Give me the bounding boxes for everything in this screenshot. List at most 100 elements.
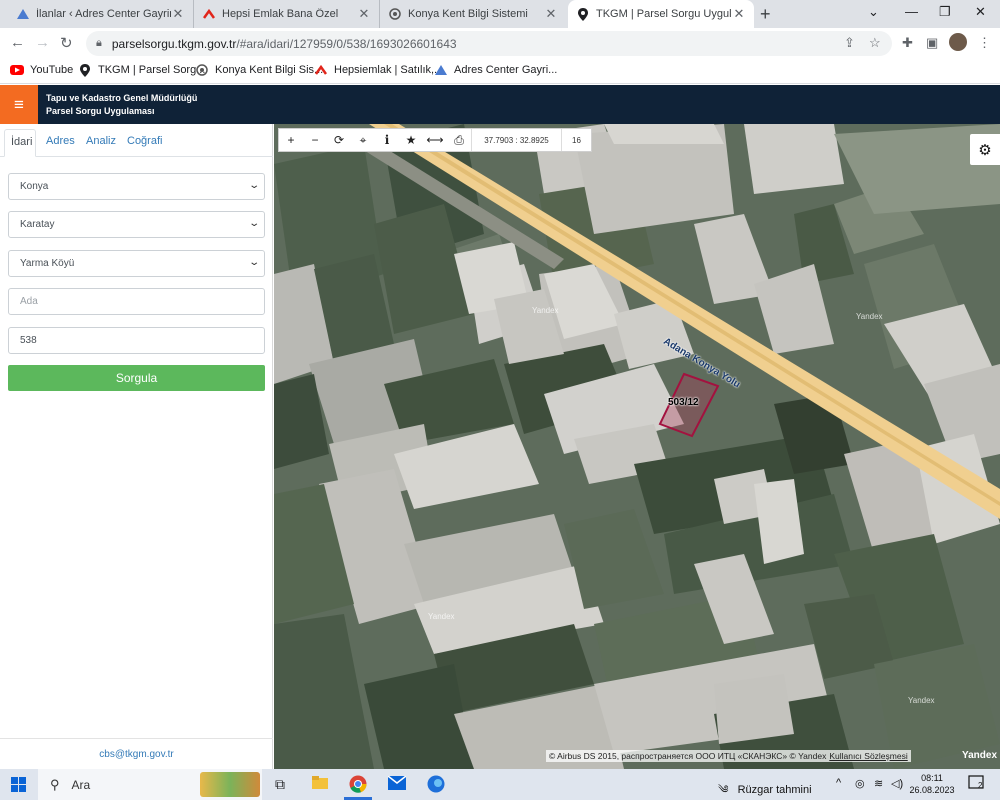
chrome-icon[interactable] (349, 775, 367, 796)
bookmark-item[interactable]: Hepsiemlak | Satılık,... (314, 63, 443, 77)
bookmark-item[interactable]: Adres Center Gayri... (434, 63, 557, 77)
tab-adres[interactable]: Adres (42, 129, 79, 157)
coordinate-readout: 37.7903 : 32.8925 (471, 129, 561, 151)
reload-icon[interactable]: ↻ (60, 34, 73, 52)
wifi-icon[interactable]: ≋ (874, 777, 883, 790)
konya-kbs-icon (195, 63, 209, 77)
browser-tab[interactable]: Konya Kent Bilgi Sistemi ✕ (380, 0, 566, 28)
restore-icon[interactable]: ❐ (939, 4, 951, 20)
weather-widget[interactable]: ༄ Rüzgar tahmini (718, 777, 812, 808)
map-toolbar: + − ⟳ ⌖ i ★ ⟷ ⎙ 37.7903 : 32.8925 16 (278, 128, 592, 152)
app-brand: Tapu ve Kadastro Genel Müdürlüğü Parsel … (46, 92, 197, 118)
tab-idari[interactable]: İdari (4, 129, 36, 157)
file-explorer-icon[interactable] (312, 776, 328, 792)
taskbar-search[interactable]: ⚲ Ara (38, 769, 262, 800)
window-close-icon[interactable]: ✕ (975, 4, 986, 20)
hepsiemlak-icon (314, 63, 328, 77)
zoom-out-icon[interactable]: − (303, 129, 327, 151)
share-icon[interactable]: ⇪ (844, 35, 855, 51)
tab-analiz[interactable]: Analiz (82, 129, 120, 157)
measure-icon[interactable]: ⟷ (423, 129, 447, 151)
konya-kbs-icon (388, 7, 402, 21)
bookmark-star-icon[interactable]: ☆ (869, 35, 881, 51)
province-select[interactable]: Konya ⌄ (8, 173, 265, 200)
browser-tab[interactable]: İlanlar ‹ Adres Center Gayrimenkul ✕ (8, 0, 194, 28)
neighborhood-select[interactable]: Yarma Köyü ⌄ (8, 250, 265, 277)
app-header: ≡ Tapu ve Kadastro Genel Müdürlüğü Parse… (0, 85, 1000, 124)
side-panel-icon[interactable]: ▣ (926, 35, 938, 51)
system-clock[interactable]: 08:11 26.08.2023 (908, 772, 956, 796)
chevron-down-icon: ⌄ (247, 257, 260, 268)
settings-gear-icon[interactable]: ⚙ (970, 134, 1000, 165)
hamburger-menu-icon[interactable]: ≡ (0, 85, 38, 124)
parsel-input[interactable]: 538 (8, 327, 265, 354)
chevron-down-icon: ⌄ (247, 218, 260, 229)
clock-time: 08:11 (921, 773, 943, 783)
wind-icon: ༄ (718, 784, 729, 796)
close-icon[interactable]: ✕ (732, 6, 746, 22)
edge-icon[interactable] (427, 775, 445, 796)
info-icon[interactable]: i (375, 129, 399, 151)
bookmark-item[interactable]: Konya Kent Bilgi Sis... (195, 63, 323, 77)
meet-now-icon[interactable]: ◎ (855, 777, 865, 790)
tab-title: Hepsi Emlak Bana Özel (222, 8, 339, 20)
mail-icon[interactable] (387, 775, 407, 793)
youtube-icon (10, 63, 24, 77)
windows-start-icon[interactable] (11, 777, 26, 795)
province-value: Konya (20, 181, 49, 192)
avatar[interactable] (949, 33, 967, 51)
browser-tab[interactable]: Hepsi Emlak Bana Özel ✕ (194, 0, 380, 28)
parsel-value: 538 (20, 335, 37, 346)
ada-input[interactable]: Ada (8, 288, 265, 315)
address-bar[interactable]: 🔒︎ parselsorgu.tkgm.gov.tr/#ara/idari/12… (86, 31, 892, 56)
browser-toolbar: ← → ↻ 🔒︎ parselsorgu.tkgm.gov.tr/#ara/id… (0, 28, 1000, 58)
print-icon[interactable]: ⎙ (447, 129, 471, 151)
zoom-level: 16 (561, 129, 591, 151)
close-icon[interactable]: ✕ (171, 6, 185, 22)
map-attribution: © Airbus DS 2015, распространяется ООО И… (546, 750, 911, 762)
map-view[interactable]: Adana Konya Yolu 503/12 Yandex Yandex Ya… (274, 124, 1000, 769)
extensions-icon[interactable]: ✚ (902, 35, 913, 51)
locate-icon[interactable]: ⌖ (351, 129, 375, 151)
zoom-in-icon[interactable]: + (279, 129, 303, 151)
sorgula-button[interactable]: Sorgula (8, 365, 265, 391)
forward-icon[interactable]: → (35, 34, 50, 51)
back-icon[interactable]: ← (10, 34, 25, 51)
browser-tab-active[interactable]: TKGM | Parsel Sorgu Uygulaması ✕ (568, 0, 754, 28)
notifications-icon[interactable]: 2 (968, 775, 984, 794)
tab-search-icon[interactable]: ⌄ (868, 4, 879, 20)
bookmark-label: TKGM | Parsel Sorg... (98, 64, 206, 76)
favorite-star-icon[interactable]: ★ (399, 129, 423, 151)
district-select[interactable]: Karatay ⌄ (8, 211, 265, 238)
tab-cografi[interactable]: Coğrafi (123, 129, 166, 157)
bookmark-item[interactable]: TKGM | Parsel Sorg... (78, 63, 205, 77)
task-view-icon[interactable]: ⧉ (275, 776, 285, 793)
terms-link[interactable]: Kullanıcı Sözleşmesi (829, 751, 907, 761)
more-menu-icon[interactable]: ⋮ (978, 35, 991, 51)
close-icon[interactable]: ✕ (357, 6, 371, 22)
neighborhood-value: Yarma Köyü (20, 258, 75, 269)
contact-email-link[interactable]: cbs@tkgm.gov.tr (99, 749, 173, 760)
bookmark-item[interactable]: YouTube (10, 63, 73, 77)
tab-title: İlanlar ‹ Adres Center Gayrimenkul (36, 8, 171, 20)
district-value: Karatay (20, 219, 55, 230)
app-title-line1: Tapu ve Kadastro Genel Müdürlüğü (46, 93, 198, 103)
map-watermark: Yandex (856, 312, 883, 321)
tray-overflow-icon[interactable]: ^ (836, 777, 841, 789)
yandex-logo: Yandex (962, 750, 998, 761)
new-tab-icon[interactable]: + (760, 4, 771, 25)
panel-footer: cbs@tkgm.gov.tr (0, 738, 273, 769)
refresh-icon[interactable]: ⟳ (327, 129, 351, 151)
lock-icon[interactable]: 🔒︎ (96, 37, 102, 50)
app-title-line2: Parsel Sorgu Uygulaması (46, 106, 155, 116)
close-icon[interactable]: ✕ (544, 6, 558, 22)
minimize-icon[interactable]: — (905, 4, 918, 19)
tab-title: TKGM | Parsel Sorgu Uygulaması (596, 8, 732, 20)
search-icon: ⚲ (50, 776, 60, 792)
map-pin-icon (78, 63, 92, 77)
bookmark-label: YouTube (30, 64, 74, 76)
volume-icon[interactable]: ◁) (891, 777, 903, 790)
hepsiemlak-icon (202, 7, 216, 21)
tab-title: Konya Kent Bilgi Sistemi (408, 8, 528, 20)
satellite-imagery (274, 124, 1000, 769)
